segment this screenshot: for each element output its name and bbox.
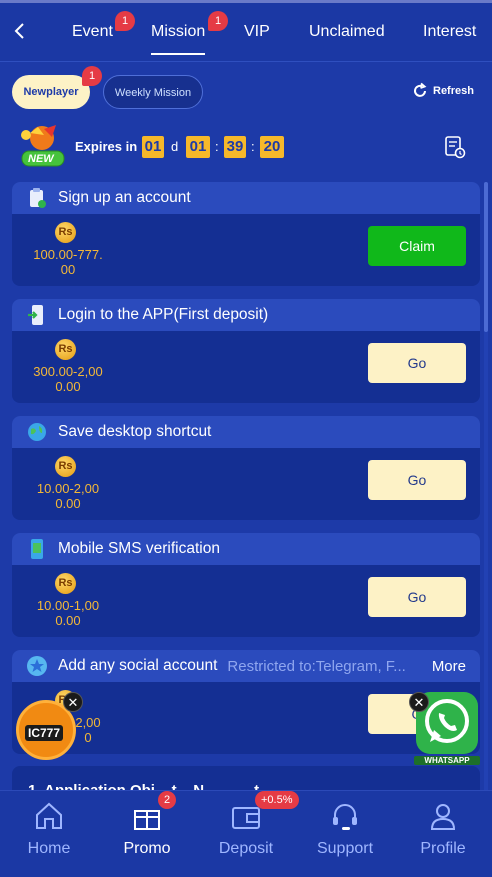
task-reward-amount: 300.00-2,00 0.00: [33, 364, 103, 394]
more-link[interactable]: More: [432, 658, 466, 675]
claim-button[interactable]: Claim: [368, 226, 466, 266]
rupee-coin-icon: Rs: [55, 222, 76, 243]
task-title: Login to the APP(First deposit): [58, 306, 269, 323]
expires-minutes: 39: [224, 136, 246, 158]
whatsapp-label: WHATSAPP: [414, 756, 480, 765]
task-body: Rs 2,00 0 G: [12, 682, 480, 752]
task-header: Mobile SMS verification: [12, 533, 480, 565]
days-suffix: d: [171, 139, 179, 154]
go-button[interactable]: Go: [368, 460, 466, 500]
separator-2: :: [251, 139, 255, 154]
promo-label: Promo: [123, 840, 171, 857]
bottom-nav: Home Promo 2 Deposit +0.5% Support Profi…: [0, 790, 492, 877]
bottom-nav-promo[interactable]: Promo 2: [98, 791, 196, 877]
phone-login-icon: [26, 304, 48, 326]
mobile-sms-icon: [26, 538, 48, 560]
social-star-icon: [26, 655, 48, 677]
task-header: Sign up an account: [12, 182, 480, 214]
promo-badge: 2: [158, 791, 177, 809]
close-whatsapp-icon[interactable]: ✕: [409, 692, 429, 712]
user-icon: [430, 804, 456, 830]
tab-interest[interactable]: Interest: [423, 23, 476, 41]
deposit-label: Deposit: [218, 840, 274, 857]
task-reward-amount: 100.00-777. 00: [33, 247, 103, 277]
task-card-desktop-shortcut: Save desktop shortcut Rs 10.00-2,00 0.00…: [12, 416, 480, 520]
home-icon: [36, 802, 62, 829]
tab-vip[interactable]: VIP: [244, 23, 270, 41]
task-title: Save desktop shortcut: [58, 423, 212, 440]
rupee-coin-icon: Rs: [55, 573, 76, 594]
ic777-label: IC777: [25, 725, 64, 741]
task-title: Sign up an account: [58, 189, 191, 206]
task-header: Login to the APP(First deposit): [12, 299, 480, 331]
tab-event-badge: 1: [115, 11, 135, 31]
task-body: Rs 300.00-2,00 0.00 Go: [12, 331, 480, 401]
subtab-newplayer-badge: 1: [82, 66, 102, 86]
tab-mission[interactable]: Mission: [151, 23, 206, 55]
new-label: NEW: [28, 153, 54, 165]
bottom-nav-profile[interactable]: Profile: [394, 791, 492, 877]
task-body: Rs 100.00-777. 00 Claim: [12, 214, 480, 284]
scrollbar-thumb[interactable]: [484, 182, 488, 332]
expires-days: 01: [142, 136, 164, 158]
tab-event[interactable]: Event: [72, 23, 113, 41]
clipboard-icon: [26, 187, 48, 209]
task-card-login-app: Login to the APP(First deposit) Rs 300.0…: [12, 299, 480, 403]
task-header: Add any social account Restricted to:Tel…: [12, 650, 480, 682]
task-reward-amount: 10.00-1,00 0.00: [36, 598, 100, 628]
history-notepad-icon[interactable]: [444, 135, 466, 159]
top-nav: Event 1 Mission 1 VIP Unclaimed Interest: [0, 0, 492, 62]
task-header: Save desktop shortcut: [12, 416, 480, 448]
subtab-newplayer[interactable]: Newplayer: [12, 75, 90, 109]
task-title: Add any social account: [58, 657, 218, 674]
new-gift-icon: NEW: [14, 123, 72, 169]
bottom-nav-support[interactable]: Support: [296, 791, 394, 877]
restricted-note: Restricted to:Telegram, F...: [227, 657, 406, 675]
tab-vip-label: VIP: [244, 23, 270, 40]
task-card-signup: Sign up an account Rs 100.00-777. 00 Cla…: [12, 182, 480, 286]
tab-event-label: Event: [72, 23, 113, 40]
globe-icon: [26, 421, 48, 443]
expires-hours: 01: [186, 136, 210, 158]
tab-interest-label: Interest: [423, 23, 477, 40]
tab-unclaimed-label: Unclaimed: [309, 23, 385, 40]
refresh-icon: [414, 82, 427, 97]
task-title: Mobile SMS verification: [58, 540, 220, 557]
task-body: Rs 10.00-2,00 0.00 Go: [12, 448, 480, 518]
bottom-nav-home[interactable]: Home: [0, 791, 98, 877]
rupee-coin-icon: Rs: [55, 339, 76, 360]
separator-1: :: [215, 139, 219, 154]
expires-label: Expires in: [75, 139, 138, 154]
tab-mission-badge: 1: [208, 11, 228, 31]
back-arrow-icon[interactable]: [10, 21, 32, 43]
refresh-button[interactable]: Refresh: [411, 82, 474, 100]
expires-seconds: 20: [260, 136, 284, 158]
tab-mission-label: Mission: [151, 23, 206, 40]
task-card-sms-verification: Mobile SMS verification Rs 10.00-1,00 0.…: [12, 533, 480, 637]
refresh-label: Refresh: [433, 85, 474, 97]
headset-icon: [333, 804, 357, 830]
go-button[interactable]: Go: [368, 343, 466, 383]
task-body: Rs 10.00-1,00 0.00 Go: [12, 565, 480, 635]
support-label: Support: [316, 840, 374, 857]
rupee-coin-icon: Rs: [55, 456, 76, 477]
home-label: Home: [27, 840, 71, 857]
subtab-weekly-mission[interactable]: Weekly Mission: [103, 75, 203, 109]
close-ic777-icon[interactable]: ✕: [63, 692, 83, 712]
go-button[interactable]: Go: [368, 577, 466, 617]
profile-label: Profile: [420, 840, 466, 857]
bottom-nav-deposit[interactable]: Deposit +0.5%: [197, 791, 299, 877]
tab-unclaimed[interactable]: Unclaimed: [309, 23, 385, 41]
task-reward-amount: 10.00-2,00 0.00: [36, 481, 100, 511]
deposit-badge: +0.5%: [255, 791, 299, 809]
